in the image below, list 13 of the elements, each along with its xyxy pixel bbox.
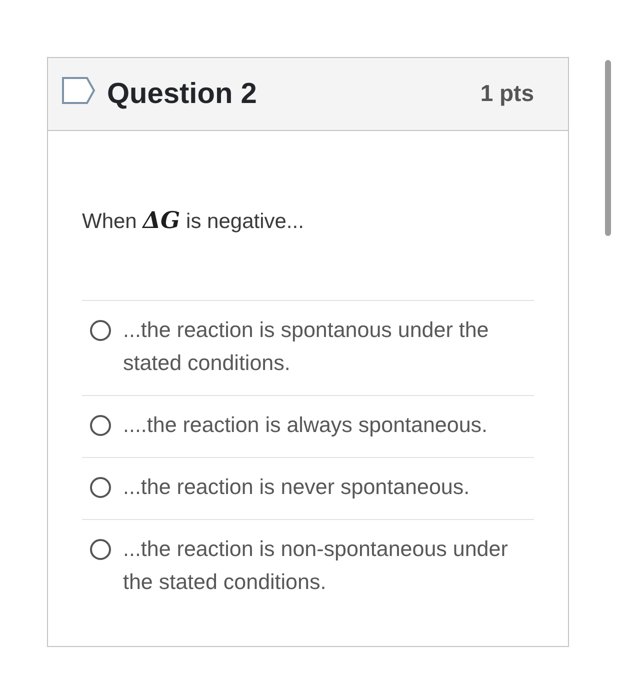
points-label: 1 pts	[480, 80, 534, 108]
radio-button[interactable]	[90, 477, 111, 498]
option-label[interactable]: ...the reaction is never spontaneous.	[123, 471, 470, 504]
option-label[interactable]: ....the reaction is always spontaneous.	[123, 409, 488, 442]
question-title: Question 2	[107, 76, 257, 112]
question-text: When ΔG is negative...	[82, 206, 305, 236]
flag-icon[interactable]	[62, 76, 95, 104]
radio-button[interactable]	[90, 320, 111, 342]
scrollbar-thumb[interactable]	[605, 60, 611, 236]
option-label[interactable]: ...the reaction is spontanous under the stated conditions.	[123, 314, 534, 380]
option-label[interactable]: ...the reaction is non-spontaneous under the stated conditions.	[123, 533, 534, 600]
radio-button[interactable]	[90, 415, 111, 436]
radio-button[interactable]	[90, 539, 111, 560]
